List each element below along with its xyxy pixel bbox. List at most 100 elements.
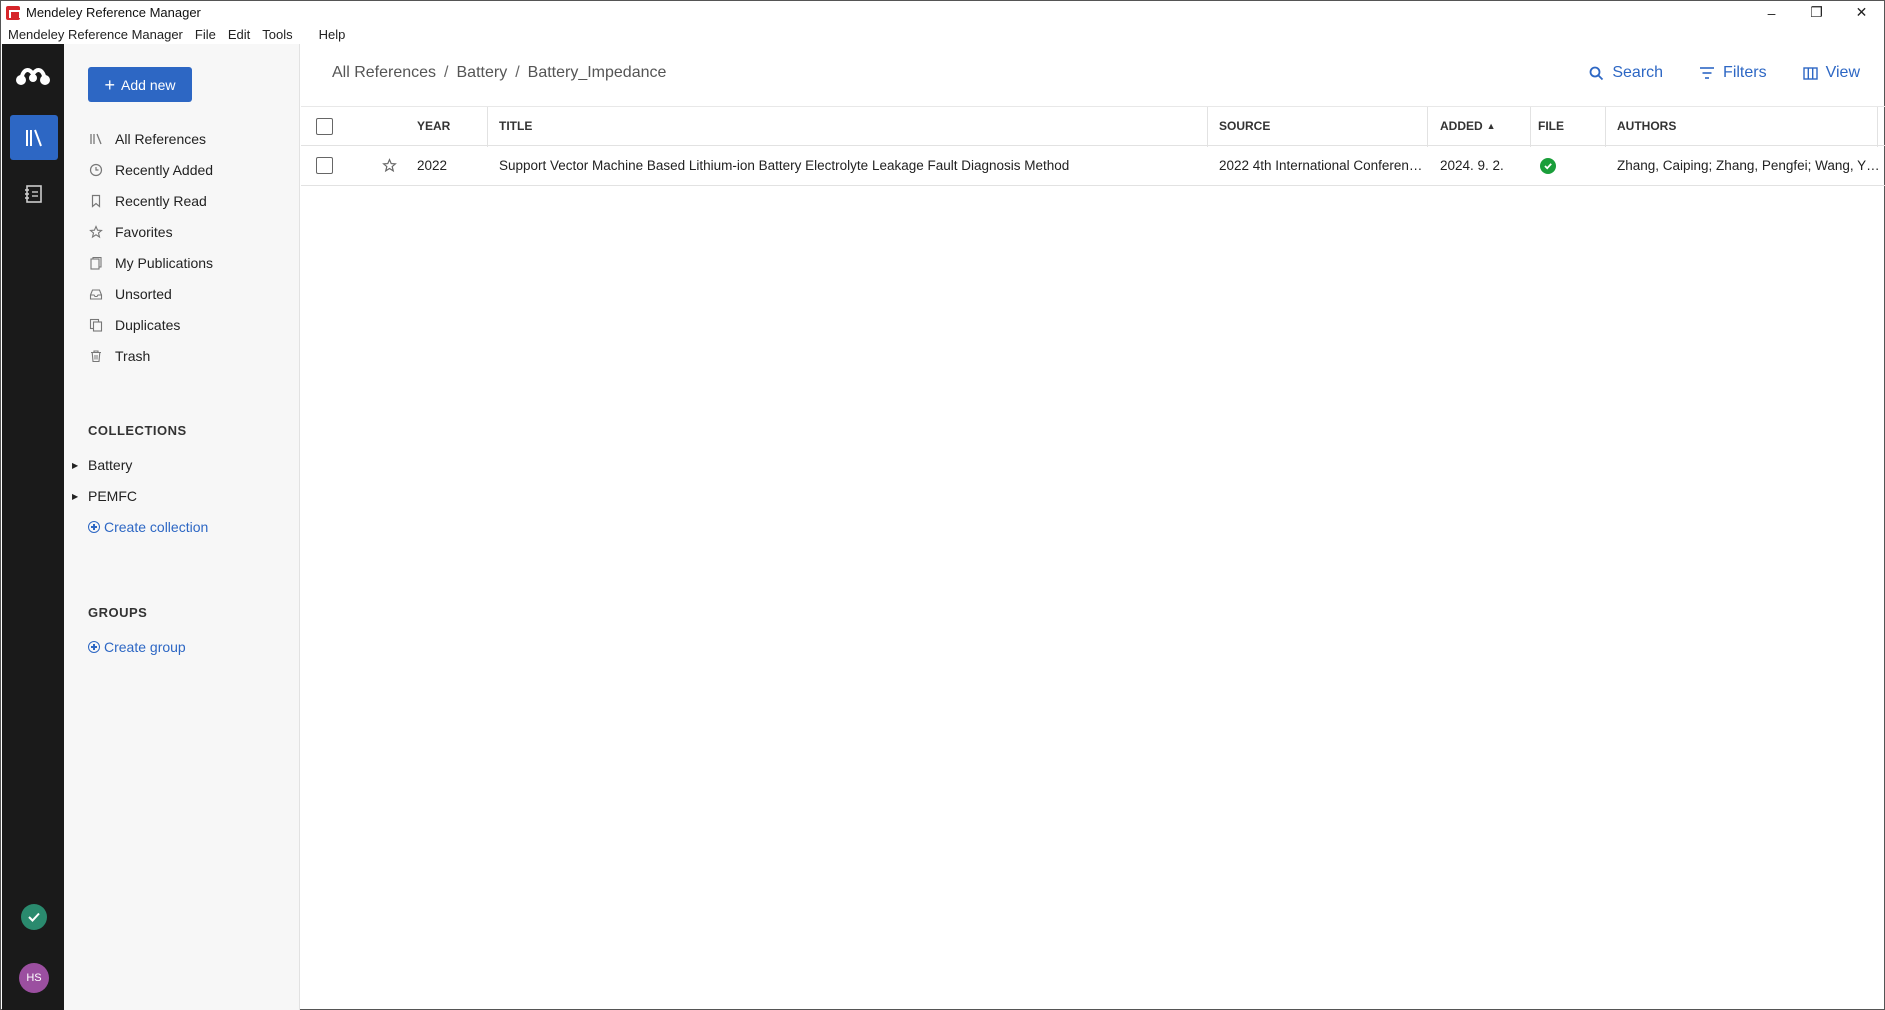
- sidebar-item-my-publications[interactable]: My Publications: [88, 247, 213, 278]
- mendeley-logo-icon[interactable]: [15, 64, 51, 88]
- menu-help[interactable]: Help: [313, 27, 352, 42]
- sidebar-item-recently-added[interactable]: Recently Added: [88, 154, 213, 185]
- sort-ascending-icon: ▲: [1486, 121, 1496, 131]
- left-rail: HS: [2, 44, 64, 1010]
- column-file[interactable]: FILE: [1538, 107, 1564, 145]
- collection-label: PEMFC: [88, 488, 137, 504]
- sidebar-item-label: Trash: [115, 347, 151, 364]
- menu-edit[interactable]: Edit: [222, 27, 256, 42]
- column-divider[interactable]: [1877, 107, 1878, 147]
- row-select-cell: [316, 146, 333, 185]
- select-all-checkbox[interactable]: [316, 117, 333, 135]
- add-new-label: Add new: [121, 76, 176, 93]
- sidebar: + Add new All References Recently Added: [64, 44, 300, 1010]
- cell-authors: Zhang, Caiping; Zhang, Pengfei; Wang, Y…: [1617, 158, 1880, 173]
- filters-button[interactable]: Filters: [1699, 64, 1767, 82]
- library-icon: [88, 131, 104, 147]
- sidebar-item-favorites[interactable]: Favorites: [88, 216, 213, 247]
- column-source[interactable]: SOURCE: [1219, 107, 1270, 145]
- main-toolbar: Search Filters View: [1589, 64, 1860, 82]
- expand-arrow-icon[interactable]: ▶: [72, 461, 82, 470]
- plus-icon: +: [104, 74, 116, 95]
- menu-tools[interactable]: Tools: [256, 27, 298, 42]
- collection-pemfc[interactable]: ▶ PEMFC: [72, 488, 137, 504]
- column-divider[interactable]: [1530, 107, 1531, 147]
- breadcrumb-battery-impedance: Battery_Impedance: [527, 64, 667, 81]
- sidebar-item-recently-read[interactable]: Recently Read: [88, 185, 213, 216]
- breadcrumb: All References / Battery / Battery_Imped…: [332, 64, 666, 82]
- column-divider[interactable]: [1427, 107, 1428, 147]
- sidebar-item-label: Favorites: [115, 223, 173, 240]
- create-collection-label: Create collection: [104, 519, 209, 535]
- view-label: View: [1825, 64, 1860, 81]
- library-nav-button[interactable]: [10, 115, 58, 160]
- breadcrumb-battery[interactable]: Battery: [457, 64, 508, 82]
- library-nav: All References Recently Added Recently R…: [88, 123, 213, 371]
- sidebar-item-label: All References: [115, 130, 207, 147]
- sidebar-item-duplicates[interactable]: Duplicates: [88, 309, 213, 340]
- cell-title: Support Vector Machine Based Lithium-ion…: [499, 158, 1070, 173]
- collection-battery[interactable]: ▶ Battery: [72, 457, 132, 473]
- sync-status-icon[interactable]: [21, 904, 47, 930]
- sidebar-item-trash[interactable]: Trash: [88, 340, 213, 371]
- column-added[interactable]: ADDED ▲: [1440, 107, 1496, 145]
- favorite-toggle[interactable]: [382, 146, 397, 185]
- cell-file[interactable]: [1540, 146, 1556, 185]
- filters-label: Filters: [1723, 64, 1767, 81]
- window-controls: – ❐ ✕: [1749, 1, 1884, 24]
- filter-icon: [1700, 67, 1715, 79]
- references-table: YEAR TITLE SOURCE ADDED ▲ FILE AUTHORS 2…: [301, 106, 1885, 186]
- menu-file[interactable]: File: [189, 27, 222, 42]
- star-icon: [88, 224, 104, 240]
- add-circle-icon: [88, 641, 100, 653]
- breadcrumb-all-references[interactable]: All References: [332, 64, 436, 82]
- column-title[interactable]: TITLE: [499, 107, 532, 145]
- search-icon: [1589, 66, 1604, 80]
- sidebar-item-unsorted[interactable]: Unsorted: [88, 278, 213, 309]
- menu-bar: Mendeley Reference Manager File Edit Too…: [1, 24, 351, 44]
- columns-icon: [1802, 66, 1818, 80]
- table-header: YEAR TITLE SOURCE ADDED ▲ FILE AUTHORS: [301, 106, 1885, 147]
- column-authors[interactable]: AUTHORS: [1617, 107, 1676, 145]
- restore-button[interactable]: ❐: [1794, 1, 1839, 24]
- collection-label: Battery: [88, 457, 133, 473]
- close-button[interactable]: ✕: [1839, 1, 1884, 24]
- publications-icon: [88, 255, 104, 271]
- minimize-button[interactable]: –: [1749, 1, 1794, 24]
- column-added-label: ADDED: [1440, 119, 1483, 133]
- trash-icon: [88, 348, 104, 364]
- title-bar: Mendeley Reference Manager – ❐ ✕: [1, 1, 1884, 24]
- column-year[interactable]: YEAR: [417, 107, 450, 145]
- search-button[interactable]: Search: [1589, 64, 1663, 82]
- cell-added: 2024. 9. 2.: [1440, 158, 1504, 173]
- cell-source: 2022 4th International Conferen…: [1219, 158, 1423, 173]
- breadcrumb-separator: /: [515, 64, 520, 81]
- table-row[interactable]: 2022 Support Vector Machine Based Lithiu…: [301, 146, 1885, 186]
- avatar[interactable]: HS: [19, 963, 49, 993]
- row-checkbox[interactable]: [316, 157, 333, 174]
- clock-icon: [88, 162, 104, 178]
- column-divider[interactable]: [1207, 107, 1208, 147]
- file-available-icon[interactable]: [1540, 157, 1556, 174]
- library-icon: [26, 129, 42, 146]
- window-title: Mendeley Reference Manager: [26, 5, 201, 20]
- bookmark-icon: [88, 193, 104, 209]
- column-divider[interactable]: [487, 107, 488, 147]
- sidebar-item-label: My Publications: [115, 254, 214, 271]
- sidebar-item-all-references[interactable]: All References: [88, 123, 213, 154]
- create-group-link[interactable]: Create group: [88, 639, 186, 655]
- view-button[interactable]: View: [1802, 64, 1860, 82]
- create-group-label: Create group: [104, 639, 186, 655]
- add-circle-icon: [88, 521, 100, 533]
- menu-app[interactable]: Mendeley Reference Manager: [1, 27, 189, 42]
- notebook-nav-button[interactable]: [10, 174, 58, 214]
- sidebar-item-label: Recently Read: [115, 192, 207, 209]
- create-collection-link[interactable]: Create collection: [88, 519, 208, 535]
- notebook-icon: [25, 185, 42, 203]
- select-all-cell: [316, 107, 333, 145]
- expand-arrow-icon[interactable]: ▶: [72, 492, 82, 501]
- collections-heading: COLLECTIONS: [88, 423, 187, 438]
- tray-icon: [88, 286, 104, 302]
- add-new-button[interactable]: + Add new: [88, 67, 192, 102]
- column-divider[interactable]: [1605, 107, 1606, 147]
